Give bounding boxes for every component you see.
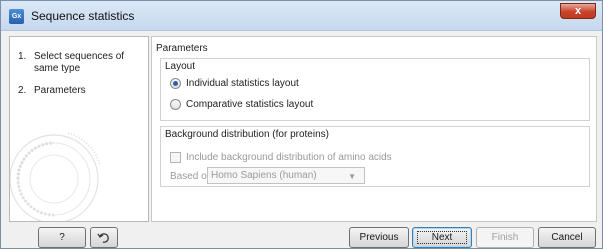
finish-button[interactable]: Finish	[476, 227, 534, 248]
watermark-seal-icon	[10, 132, 101, 221]
background-distribution-group: Background distribution (for proteins) I…	[160, 126, 590, 187]
include-background-checkbox[interactable]	[170, 151, 181, 163]
based-on-label: Based on	[170, 171, 213, 182]
individual-layout-radio[interactable]	[170, 77, 181, 89]
step-label: Select sequences of same type	[34, 51, 125, 74]
layout-group: Layout Individual statistics layout Comp…	[160, 58, 590, 121]
individual-layout-label: Individual statistics layout	[186, 77, 299, 89]
individual-layout-option[interactable]: Individual statistics layout	[170, 76, 299, 90]
comparative-layout-option[interactable]: Comparative statistics layout	[170, 97, 313, 111]
step-number: 2.	[18, 85, 27, 96]
species-select[interactable]: Homo Sapiens (human) ▼	[207, 167, 365, 184]
help-button[interactable]: ?	[38, 227, 86, 248]
close-button[interactable]: x	[560, 3, 596, 19]
species-select-value: Homo Sapiens (human)	[211, 170, 317, 181]
step-number: 1.	[18, 51, 27, 62]
background-group-title: Background distribution (for proteins)	[165, 129, 329, 140]
wizard-steps-panel: 1. Select sequences of same type 2. Para…	[9, 36, 149, 222]
comparative-layout-radio[interactable]	[170, 98, 181, 110]
include-background-label: Include background distribution of amino…	[186, 151, 392, 163]
cancel-button[interactable]: Cancel	[538, 227, 596, 248]
parameters-panel: Parameters Layout Individual statistics …	[151, 36, 597, 222]
app-icon: Gx	[9, 9, 24, 24]
window-title: Sequence statistics	[31, 9, 135, 23]
title-bar[interactable]: Gx Sequence statistics x	[1, 1, 602, 31]
next-button[interactable]: Next	[412, 227, 472, 248]
chevron-down-icon: ▼	[348, 172, 356, 181]
dialog-window: Gx Sequence statistics x 1. Select seque…	[0, 0, 603, 249]
layout-group-title: Layout	[165, 61, 196, 72]
undo-icon	[97, 233, 109, 243]
comparative-layout-label: Comparative statistics layout	[186, 98, 314, 110]
step-label: Parameters	[34, 85, 86, 96]
reset-button[interactable]	[90, 227, 118, 248]
previous-button[interactable]: Previous	[349, 227, 409, 248]
include-background-option[interactable]: Include background distribution of amino…	[170, 150, 392, 164]
focus-ring	[417, 231, 467, 244]
section-title: Parameters	[156, 43, 208, 54]
